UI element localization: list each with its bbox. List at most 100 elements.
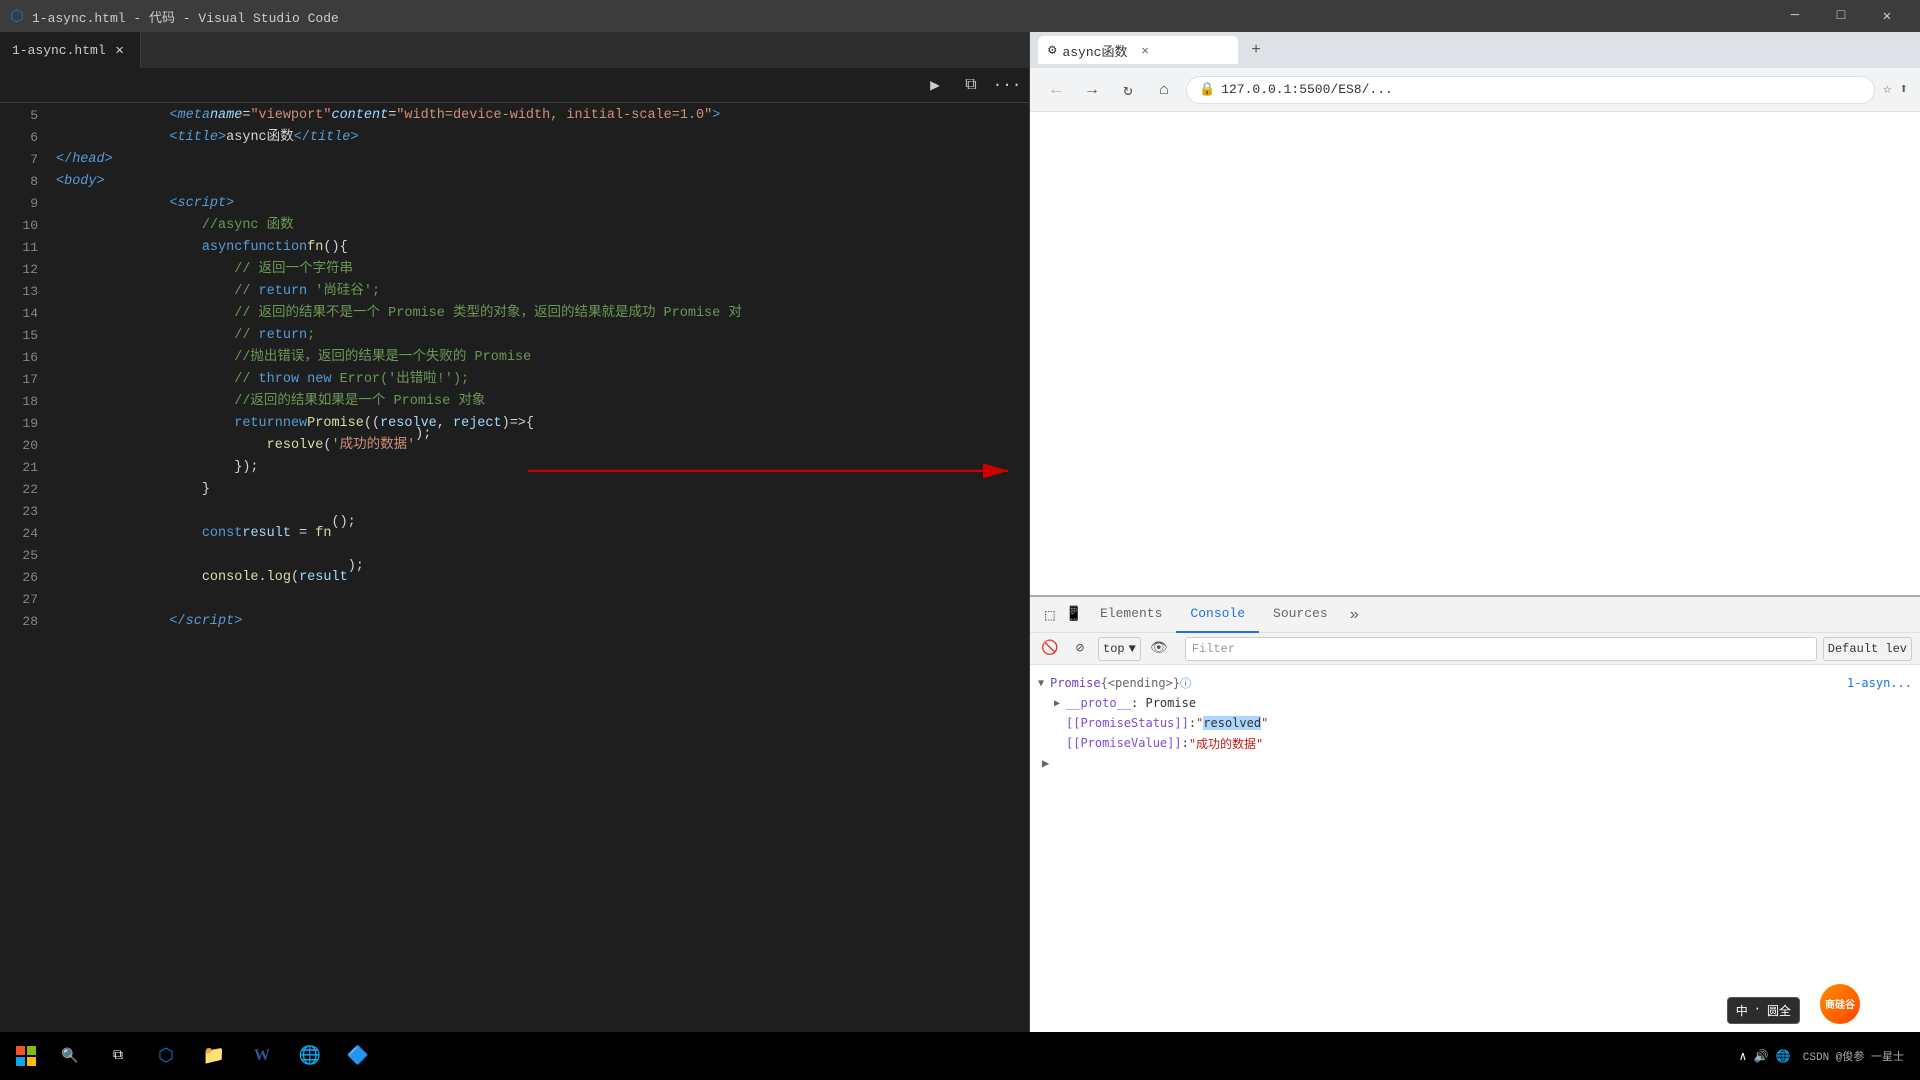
editor-tab-async[interactable]: 1-async.html ✕	[0, 32, 141, 68]
taskbar-clock: CSDN @俊参 一星士	[1803, 1048, 1912, 1064]
line-numbers: 5 6 7 8 9 10 11 12 13 14 15 16 17 18 19 …	[0, 103, 48, 1080]
window-title: 1-async.html - 代码 - Visual Studio Code	[32, 7, 339, 26]
devtools-device-icon[interactable]: 📱	[1062, 603, 1086, 627]
browser-address-bar: ← → ↻ ⌂ 🔒 127.0.0.1:5500/ES8/... ☆ ⬆	[1030, 68, 1920, 112]
split-editor-button[interactable]: ⧉	[957, 71, 985, 99]
tab-elements[interactable]: Elements	[1086, 597, 1176, 633]
promise-status-value: "resolved"	[1196, 716, 1268, 730]
devtools-inspect-icon[interactable]: ⬚	[1038, 603, 1062, 627]
csdn-label: CSDN @俊参 一星士	[1803, 1048, 1904, 1064]
code-line-21: });	[56, 457, 1029, 479]
promise-value-colon: :	[1182, 736, 1189, 750]
code-line-26: console.log(result);	[56, 567, 1029, 589]
browser-tab-async[interactable]: ⚙ async函数 ✕	[1038, 36, 1238, 64]
close-button[interactable]: ✕	[1864, 0, 1910, 32]
promise-root-row: ▼ Promise {<pending>} ⓘ 1-asyn...	[1038, 673, 1912, 693]
tab-more[interactable]: »	[1342, 606, 1368, 624]
ime-chinese: 中	[1736, 1002, 1748, 1019]
tab-sources[interactable]: Sources	[1259, 597, 1342, 633]
taskbar-tray: ∧ 🔊 🌐	[1731, 1034, 1799, 1078]
tab-label: 1-async.html	[12, 43, 106, 58]
expand-row[interactable]: ▶	[1038, 753, 1912, 773]
run-button[interactable]: ▶	[921, 71, 949, 99]
title-bar: ⬡ 1-async.html - 代码 - Visual Studio Code…	[0, 0, 1920, 32]
browser-tab-close-icon[interactable]: ✕	[1141, 43, 1148, 58]
ime-indicator[interactable]: 中 · 圆全	[1727, 997, 1800, 1024]
title-bar-left: ⬡ 1-async.html - 代码 - Visual Studio Code	[10, 6, 339, 26]
taskbar-chrome[interactable]: 🌐	[288, 1034, 332, 1078]
proto-key: __proto__	[1066, 696, 1131, 710]
context-selector[interactable]: top ▼	[1098, 637, 1141, 661]
browser-panel: ⚙ async函数 ✕ + ← → ↻ ⌂ 🔒 127.0.0.1:5500/E…	[1030, 32, 1920, 1080]
context-value: top	[1103, 642, 1125, 656]
code-line-8: <body>	[56, 171, 1029, 193]
promise-status-colon: :	[1189, 716, 1196, 730]
log-level-value: Default lev	[1828, 642, 1907, 656]
back-button[interactable]: ←	[1042, 76, 1070, 104]
sogou-ime-icon[interactable]: 商硅谷	[1820, 984, 1860, 1024]
context-chevron: ▼	[1129, 642, 1136, 656]
taskview-button[interactable]: ⧉	[96, 1034, 140, 1078]
ime-fullwidth: 圆全	[1767, 1002, 1791, 1019]
search-taskbar-button[interactable]: 🔍	[48, 1034, 92, 1078]
browser-content-area	[1030, 112, 1920, 595]
taskbar: 🔍 ⧉ ⬡ 📁 W 🌐 🔷 ∧ 🔊 🌐 CSDN @俊参 一星士	[0, 1032, 1920, 1080]
editor-toolbar: ▶ ⧉ ···	[0, 68, 1029, 103]
taskbar-files[interactable]: 📁	[192, 1034, 236, 1078]
code-line-5: <meta name="viewport" content="width=dev…	[56, 105, 1029, 127]
share-button[interactable]: ⬆	[1900, 81, 1908, 98]
promise-value-row: [[PromiseValue]] : "成功的数据"	[1038, 733, 1912, 753]
taskbar-word[interactable]: W	[240, 1034, 284, 1078]
promise-label: Promise	[1050, 676, 1101, 690]
tab-close-icon[interactable]: ✕	[112, 42, 128, 58]
minimize-button[interactable]: ─	[1772, 0, 1818, 32]
proto-row: ▶ __proto__ : Promise	[1038, 693, 1912, 713]
browser-tab-title: async函数	[1062, 41, 1127, 60]
promise-pending: {<pending>}	[1101, 676, 1180, 690]
filter-input[interactable]: Filter	[1185, 637, 1817, 661]
expand-icon: ▶	[1042, 756, 1049, 770]
code-content[interactable]: <meta name="viewport" content="width=dev…	[48, 103, 1029, 1080]
taskbar-vscode2[interactable]: 🔷	[336, 1034, 380, 1078]
proto-value: : Promise	[1131, 696, 1196, 710]
browser-tab-favicon: ⚙	[1048, 42, 1056, 59]
clear-console-button[interactable]: 🚫	[1038, 637, 1062, 661]
promise-filename[interactable]: 1-asyn...	[1847, 676, 1912, 690]
code-line-7: </head>	[56, 149, 1029, 171]
code-line-9: <script>	[56, 193, 1029, 215]
home-button[interactable]: ⌂	[1150, 76, 1178, 104]
start-button[interactable]	[8, 1038, 44, 1074]
log-level-selector[interactable]: Default lev	[1823, 637, 1912, 661]
url-bar[interactable]: 🔒 127.0.0.1:5500/ES8/...	[1186, 76, 1875, 104]
code-line-27	[56, 589, 1029, 611]
editor-area: 1-async.html ✕ ▶ ⧉ ··· 5 6 7 8 9 10 11 1…	[0, 32, 1030, 1080]
filter-placeholder: Filter	[1192, 642, 1235, 656]
title-bar-controls: ─ □ ✕	[1772, 0, 1910, 32]
devtools-tab-bar: ⬚ 📱 Elements Console Sources »	[1030, 597, 1920, 633]
maximize-button[interactable]: □	[1818, 0, 1864, 32]
eye-button[interactable]: 👁	[1147, 637, 1171, 661]
new-tab-button[interactable]: +	[1242, 36, 1270, 64]
promise-value-text: "成功的数据"	[1189, 735, 1263, 752]
url-favicon: 🔒	[1199, 82, 1215, 97]
bookmark-button[interactable]: ☆	[1883, 81, 1891, 98]
proto-toggle[interactable]: ▶	[1054, 698, 1066, 709]
reload-button[interactable]: ↻	[1114, 76, 1142, 104]
code-line-28: </script>	[56, 611, 1029, 633]
promise-info-icon: ⓘ	[1180, 675, 1191, 691]
stop-recording-button[interactable]: ⊘	[1068, 637, 1092, 661]
taskbar-vscode[interactable]: ⬡	[144, 1034, 188, 1078]
promise-status-key: [[PromiseStatus]]	[1066, 716, 1189, 730]
taskbar-tray-icons: ∧ 🔊 🌐	[1739, 1049, 1791, 1064]
forward-button[interactable]: →	[1078, 76, 1106, 104]
main-area: 1-async.html ✕ ▶ ⧉ ··· 5 6 7 8 9 10 11 1…	[0, 32, 1920, 1080]
promise-value-key: [[PromiseValue]]	[1066, 736, 1182, 750]
url-text: 127.0.0.1:5500/ES8/...	[1221, 82, 1393, 97]
tab-console[interactable]: Console	[1176, 597, 1259, 633]
promise-toggle[interactable]: ▼	[1038, 678, 1050, 689]
ime-dot: ·	[1754, 1002, 1761, 1019]
code-line-23	[56, 501, 1029, 523]
code-line-24: const result = fn();	[56, 523, 1029, 545]
more-actions-button[interactable]: ···	[993, 71, 1021, 99]
code-line-25	[56, 545, 1029, 567]
